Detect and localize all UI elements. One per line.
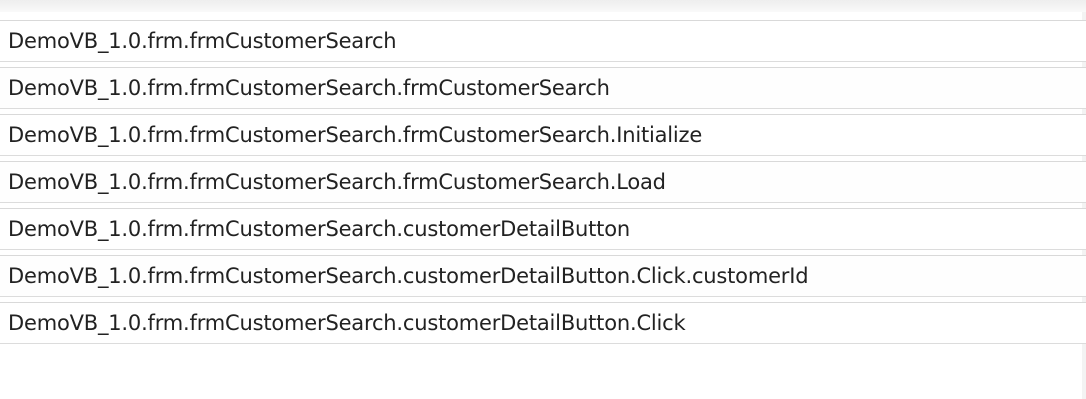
- list-item[interactable]: DemoVB_1.0.frm.frmCustomerSearch.frmCust…: [0, 161, 1086, 203]
- list-item-label: DemoVB_1.0.frm.frmCustomerSearch.frmCust…: [8, 123, 703, 147]
- item-list-panel: DemoVB_1.0.frm.frmCustomerSearch DemoVB_…: [0, 0, 1086, 399]
- list-item-label: DemoVB_1.0.frm.frmCustomerSearch.custome…: [8, 264, 809, 288]
- list-item[interactable]: DemoVB_1.0.frm.frmCustomerSearch: [0, 20, 1086, 62]
- list-item[interactable]: DemoVB_1.0.frm.frmCustomerSearch.frmCust…: [0, 67, 1086, 109]
- list-item-label: DemoVB_1.0.frm.frmCustomerSearch.custome…: [8, 311, 686, 335]
- list-item-label: DemoVB_1.0.frm.frmCustomerSearch.frmCust…: [8, 170, 666, 194]
- list-item[interactable]: DemoVB_1.0.frm.frmCustomerSearch.custome…: [0, 302, 1086, 344]
- list-item-label: DemoVB_1.0.frm.frmCustomerSearch.custome…: [8, 217, 630, 241]
- list-item-label: DemoVB_1.0.frm.frmCustomerSearch: [8, 29, 397, 53]
- header-band: [0, 0, 1086, 12]
- list-item-label: DemoVB_1.0.frm.frmCustomerSearch.frmCust…: [8, 76, 610, 100]
- list-item[interactable]: DemoVB_1.0.frm.frmCustomerSearch.custome…: [0, 255, 1086, 297]
- list-item[interactable]: DemoVB_1.0.frm.frmCustomerSearch.frmCust…: [0, 114, 1086, 156]
- list-item[interactable]: DemoVB_1.0.frm.frmCustomerSearch.custome…: [0, 208, 1086, 250]
- item-list: DemoVB_1.0.frm.frmCustomerSearch DemoVB_…: [0, 20, 1086, 390]
